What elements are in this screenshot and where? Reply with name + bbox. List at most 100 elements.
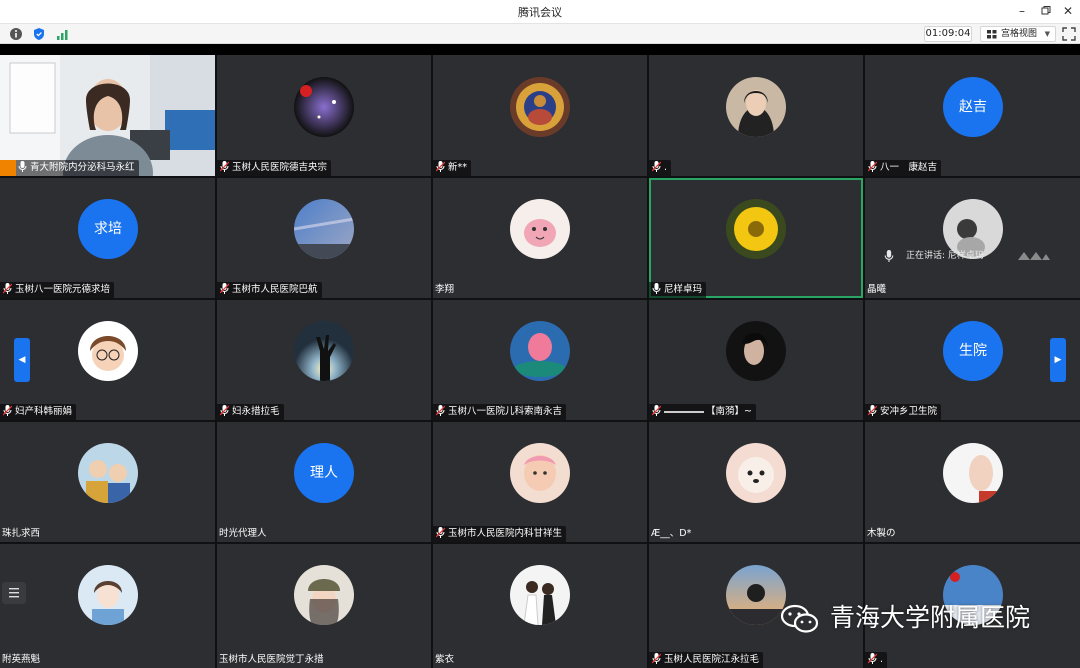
- participant-name: 玉树市人民医院巴航: [217, 282, 322, 298]
- avatar: [726, 443, 786, 503]
- participant-name: .: [649, 160, 672, 176]
- participant-grid: 青大附院内分泌科马永红 玉树人民医院德吉央宗 新** . 赵吉 八一 康赵吉 求…: [0, 55, 1080, 668]
- grid-view-icon: [987, 30, 997, 39]
- mic-icon: [18, 161, 27, 172]
- signal-icon[interactable]: [56, 27, 70, 41]
- mic-muted-icon: [220, 283, 229, 294]
- participant-tile[interactable]: 【南漪】~: [649, 300, 863, 420]
- mic-muted-icon: [868, 405, 877, 416]
- next-page-button[interactable]: ▶: [1050, 338, 1066, 382]
- mic-muted-icon: [436, 527, 445, 538]
- participant-tile[interactable]: 玉树人民医院德吉央宗: [217, 55, 431, 176]
- participant-name: 安冲乡卫生院: [865, 404, 942, 420]
- mic-muted-icon: [652, 653, 661, 664]
- mic-muted-icon: [652, 405, 661, 416]
- participant-tile[interactable]: 玉树市人民医院觉丁永措: [217, 544, 431, 668]
- participant-tile[interactable]: 附英燕魁: [0, 544, 215, 668]
- mic-muted-icon: [3, 405, 12, 416]
- participant-tile[interactable]: 妇产科韩丽娟: [0, 300, 215, 420]
- participant-name: 紫衣: [435, 654, 455, 665]
- fullscreen-icon[interactable]: [1062, 27, 1076, 41]
- minimize-button[interactable]: –: [1012, 2, 1032, 20]
- mic-muted-icon: [220, 405, 229, 416]
- participant-tile[interactable]: 新**: [433, 55, 647, 176]
- participant-tile[interactable]: .: [649, 55, 863, 176]
- prev-page-button[interactable]: ◀: [14, 338, 30, 382]
- participant-name: .: [865, 652, 888, 668]
- avatar: [294, 321, 354, 381]
- avatar: [726, 565, 786, 625]
- participant-name: 玉树八一医院元德求培: [0, 282, 115, 298]
- participant-tile[interactable]: 求培 玉树八一医院元德求培: [0, 178, 215, 298]
- avatar: [510, 77, 570, 137]
- participant-tile[interactable]: 玉树市人民医院巴航: [217, 178, 431, 298]
- host-badge-icon: [0, 160, 16, 176]
- menu-button[interactable]: [2, 582, 26, 604]
- participant-name: 李翔: [435, 284, 455, 295]
- participant-tile[interactable]: 紫衣: [433, 544, 647, 668]
- participant-tile[interactable]: 晶曦: [865, 178, 1080, 298]
- window-title: 腾讯会议: [518, 6, 562, 19]
- mic-muted-icon: [3, 283, 12, 294]
- view-switch-label: 宫格视图: [1001, 29, 1038, 39]
- avatar: [510, 199, 570, 259]
- participant-tile[interactable]: 木製の: [865, 422, 1080, 542]
- participant-name: 玉树八一医院儿科索南永吉: [433, 404, 567, 420]
- participant-tile[interactable]: Æ__、D*: [649, 422, 863, 542]
- maximize-button[interactable]: [1036, 2, 1056, 20]
- avatar-initials: 求培: [78, 199, 138, 259]
- participant-name: 妇永措拉毛: [217, 404, 284, 420]
- participant-tile[interactable]: 青大附院内分泌科马永红: [0, 55, 215, 176]
- participant-tile[interactable]: 李翔: [433, 178, 647, 298]
- view-switch-button[interactable]: 宫格视图 ▼: [980, 26, 1056, 42]
- participant-name: 妇产科韩丽娟: [0, 404, 77, 420]
- participant-tile[interactable]: 理人 时光代理人: [217, 422, 431, 542]
- meeting-timer: 01:09:04: [924, 26, 972, 42]
- participant-name: 玉树人民医院德吉央宗: [217, 160, 332, 176]
- chevron-down-icon: ▼: [1044, 30, 1050, 38]
- participant-tile-speaking[interactable]: 尼样卓玛: [649, 178, 863, 298]
- participant-name: 晶曦: [867, 284, 887, 295]
- participant-name: 青大附院内分泌科马永红: [0, 160, 139, 176]
- title-bar: 腾讯会议 – ✕: [0, 0, 1080, 24]
- avatar-initials: 生院: [943, 321, 1003, 381]
- avatar: [510, 321, 570, 381]
- avatar: [943, 443, 1003, 503]
- avatar: [726, 199, 786, 259]
- participant-name: 附英燕魁: [2, 654, 41, 665]
- mic-icon: [884, 250, 894, 262]
- close-button[interactable]: ✕: [1058, 2, 1078, 20]
- participant-name: 时光代理人: [219, 528, 267, 539]
- avatar: [294, 199, 354, 259]
- participant-name: 木製の: [867, 528, 896, 539]
- speaking-indicator: 正在讲话: 尼样卓玛: [878, 246, 1058, 266]
- mic-muted-icon: [436, 161, 445, 172]
- participant-name: 新**: [433, 160, 472, 176]
- mic-muted-icon: [220, 161, 229, 172]
- participant-tile[interactable]: 妇永措拉毛: [217, 300, 431, 420]
- participant-name: 尼样卓玛: [649, 282, 707, 298]
- name-decoration: [664, 410, 704, 413]
- avatar: [78, 565, 138, 625]
- participant-tile[interactable]: 玉树八一医院儿科索南永吉: [433, 300, 647, 420]
- participant-name: 八一 康赵吉: [865, 160, 942, 176]
- participant-tile[interactable]: 生院 安冲乡卫生院: [865, 300, 1080, 420]
- meeting-window: 腾讯会议 – ✕ 01:09:04 宫格视图 ▼ 青大附院内分泌科马永红 玉树人…: [0, 0, 1080, 668]
- avatar-initials: 赵吉: [943, 77, 1003, 137]
- info-icon[interactable]: [9, 27, 23, 41]
- participant-name: 玉树市人民医院内科甘祥生: [433, 526, 567, 542]
- mic-icon: [652, 283, 661, 294]
- participant-tile[interactable]: 玉树市人民医院内科甘祥生: [433, 422, 647, 542]
- avatar: [726, 321, 786, 381]
- mic-muted-icon: [436, 405, 445, 416]
- participant-name: Æ__、D*: [651, 528, 692, 539]
- shield-icon[interactable]: [32, 27, 46, 41]
- wechat-watermark: 青海大学附属医院: [780, 598, 1030, 638]
- participant-tile[interactable]: 赵吉 八一 康赵吉: [865, 55, 1080, 176]
- participant-name: 【南漪】~: [649, 404, 756, 420]
- participant-tile[interactable]: 珠扎求西: [0, 422, 215, 542]
- mic-muted-icon: [652, 161, 661, 172]
- toolbar: 01:09:04 宫格视图 ▼: [0, 24, 1080, 44]
- camera-video-feed: [0, 55, 215, 176]
- list-icon: [9, 588, 19, 598]
